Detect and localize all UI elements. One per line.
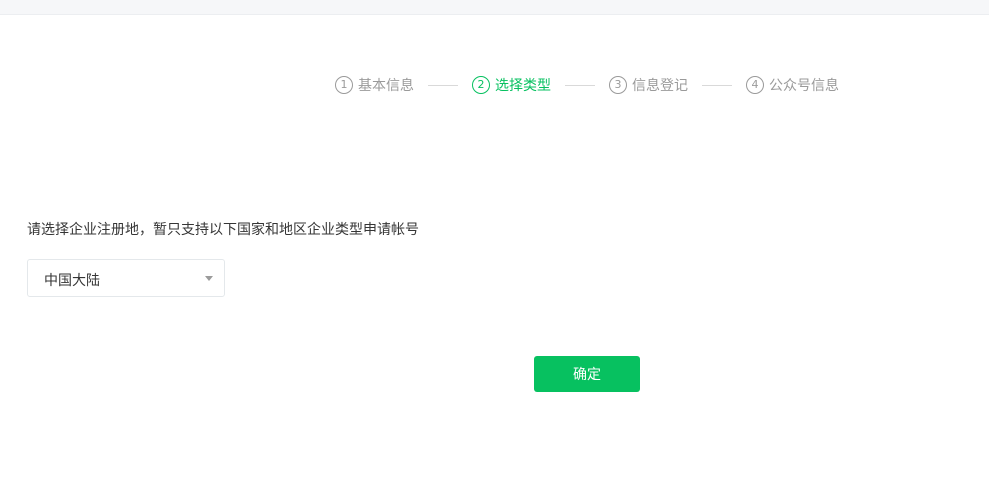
step-label: 基本信息	[358, 78, 414, 94]
step-basic-info: 1 基本信息	[335, 75, 414, 95]
region-select-value: 中国大陆	[44, 273, 100, 289]
step-number: 4	[746, 76, 764, 94]
registration-page: 1 基本信息 2 选择类型 3 信息登记 4 公众号信息 请选择企业注册地，暂只…	[0, 0, 989, 494]
progress-steps: 1 基本信息 2 选择类型 3 信息登记 4 公众号信息	[335, 74, 839, 96]
region-prompt: 请选择企业注册地，暂只支持以下国家和地区企业类型申请帐号	[27, 222, 419, 238]
step-number: 1	[335, 76, 353, 94]
step-connector	[565, 84, 595, 86]
step-label: 公众号信息	[769, 78, 839, 94]
step-info-registration: 3 信息登记	[609, 75, 688, 95]
step-connector	[702, 84, 732, 86]
step-select-type: 2 选择类型	[472, 75, 551, 95]
step-label: 信息登记	[632, 78, 688, 94]
step-label: 选择类型	[495, 78, 551, 94]
region-select[interactable]: 中国大陆	[27, 259, 225, 297]
top-bar	[0, 0, 989, 15]
step-number: 3	[609, 76, 627, 94]
chevron-down-icon	[205, 276, 213, 281]
step-connector	[428, 84, 458, 86]
step-number: 2	[472, 76, 490, 94]
step-account-info: 4 公众号信息	[746, 75, 839, 95]
confirm-button[interactable]: 确定	[534, 356, 640, 392]
